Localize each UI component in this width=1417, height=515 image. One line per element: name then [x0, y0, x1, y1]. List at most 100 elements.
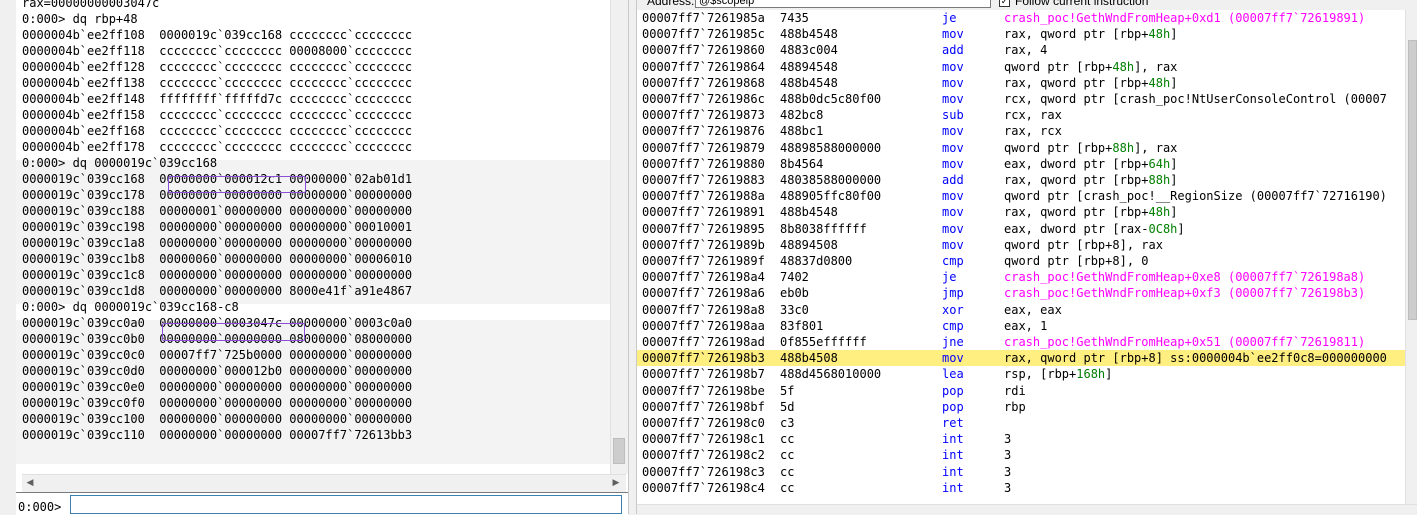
instruction-row[interactable]: 00007ff7`72619879 48898588000000 mov qword … [637, 140, 1405, 156]
instruction-row[interactable]: 00007ff7`7261985c 488b4548 mov rax, qword p… [637, 26, 1405, 42]
instruction-row[interactable]: 00007ff7`72619868 488b4548 mov rax, qword p… [637, 75, 1405, 91]
instruction-row[interactable]: 00007ff7`72619860 4883c004 add rax, 4 [637, 42, 1405, 58]
instruction-row[interactable]: 00007ff7`7261988a 488905ffc80f00 mov qword … [637, 188, 1405, 204]
instruction-bytes: 8b8038ffffff [780, 221, 867, 236]
output-line: 0000019c`039cc198 00000000`00000000 0000… [22, 220, 413, 234]
output-line: 0000019c`039cc110 00000000`00000000 0000… [22, 428, 413, 442]
instruction-address: 00007ff7`72619883 [642, 173, 765, 187]
prompt-label: 0:000> [18, 500, 62, 514]
instruction-operands: rax, qword ptr [rbp+48h] [1004, 204, 1177, 220]
instruction-row[interactable]: 00007ff7`7261985a 7435 je crash_poc!GethWnd… [637, 10, 1405, 26]
instruction-address: 00007ff7`7261989b [642, 237, 765, 252]
output-line: 0000019c`039cc1d8 00000000`00000000 8000… [22, 284, 413, 298]
scrollbar-thumb[interactable] [613, 438, 625, 464]
instruction-row[interactable]: 00007ff7`726198c3 cc int 3 [637, 464, 1405, 480]
instruction-operands: crash_poc!GethWndFromHeap+0x51 (00007ff7… [1004, 334, 1365, 350]
scrollbar-thumb[interactable] [1408, 40, 1417, 320]
instruction-address: 00007ff7`726198c4 [642, 480, 765, 495]
instruction-address: 00007ff7`72619876 [642, 124, 765, 139]
operand-token: eax, dword ptr [rax- [1004, 221, 1149, 236]
instruction-operands: qword ptr [rbp+88h], rax [1004, 140, 1177, 156]
instruction-address: 00007ff7`7261989f [642, 254, 765, 268]
output-vertical-scrollbar[interactable] [610, 0, 628, 474]
instruction-bytes: 488d4568010000 [780, 367, 882, 382]
instruction-row[interactable]: 00007ff7`7261986c 488b0dc5c80f00 mov rcx, q… [637, 91, 1405, 107]
instruction-address: 00007ff7`72619860 [642, 43, 765, 58]
instruction-row[interactable]: 00007ff7`726198aa 83f801 cmp eax, 1 [637, 318, 1405, 334]
operand-token: ] [1105, 367, 1113, 382]
instruction-bytes: 8b4564 [780, 156, 824, 171]
instruction-mnemonic: cmp [942, 318, 964, 333]
instruction-operands: eax, dword ptr [rbp+64h] [1004, 156, 1177, 172]
output-line: 0000019c`039cc0c0 00007ff7`725b0000 0000… [22, 348, 413, 362]
output-line: 0000019c`039cc188 00000001`00000000 0000… [22, 204, 413, 218]
instruction-operands: crash_poc!GethWndFromHeap+0xe8 (00007ff7… [1004, 269, 1365, 285]
instruction-row[interactable]: 00007ff7`7261989b 48894508 mov qword ptr [r… [637, 237, 1405, 253]
instruction-row[interactable]: 00007ff7`726198c2 cc int 3 [637, 447, 1405, 463]
instruction-row[interactable]: 00007ff7`726198c4 cc int 3 [637, 480, 1405, 496]
instruction-row[interactable]: 00007ff7`7261989f 48837d0800 cmp qword ptr … [637, 253, 1405, 269]
instruction-mnemonic: add [942, 43, 964, 58]
hwnd-value-highlight [162, 323, 305, 341]
instruction-row[interactable]: 00007ff7`726198c0 c3 ret [637, 415, 1405, 431]
instruction-operands: 3 [1004, 431, 1011, 447]
triangle-left-icon[interactable]: ◀ [22, 475, 38, 492]
instruction-row[interactable]: 00007ff7`726198c1 cc int 3 [637, 431, 1405, 447]
operand-token: rdi [1004, 383, 1026, 398]
instruction-row[interactable]: 00007ff7`726198ad 0f855effffff jne crash_po… [637, 334, 1405, 350]
follow-instruction-label: Follow current instruction [1015, 0, 1149, 8]
instruction-row[interactable]: 00007ff7`72619891 488b4548 mov rax, qword p… [637, 204, 1405, 220]
instruction-mnemonic: mov [942, 92, 964, 106]
disassembly-horizontal-scrollbar[interactable] [637, 504, 1417, 515]
instruction-mnemonic: mov [942, 156, 964, 171]
instruction-mnemonic: mov [942, 221, 964, 236]
instruction-row[interactable]: 00007ff7`726198be 5f pop rdi [637, 383, 1405, 399]
operand-token: eax, 1 [1004, 318, 1048, 333]
instruction-row[interactable]: 00007ff7`72619864 48894548 mov qword ptr [r… [637, 59, 1405, 75]
instruction-row[interactable]: 00007ff7`72619883 48038588000000 add rax, q… [637, 172, 1405, 188]
check-icon[interactable]: ✓ [999, 0, 1010, 7]
operand-token: rcx, qword ptr [crash_poc!NtUserConsoleC… [1004, 92, 1387, 106]
command-input[interactable] [70, 495, 622, 514]
instruction-bytes: 488bc1 [780, 124, 824, 139]
instruction-address: 00007ff7`7261985c [642, 27, 765, 42]
instruction-mnemonic: add [942, 173, 964, 187]
output-horizontal-scrollbar[interactable]: ◀ ▶ [22, 474, 626, 492]
instruction-bytes: 5f [780, 383, 795, 398]
command-output: rax=00000000003047c 0:000> dq rbp+48 00000… [16, 0, 610, 474]
disassembly-vertical-scrollbar[interactable] [1405, 10, 1417, 504]
instruction-row[interactable]: 00007ff7`726198b7 488d4568010000 lea rsp, [… [637, 366, 1405, 382]
operand-token: rax, 4 [1004, 43, 1048, 58]
instruction-address: 00007ff7`726198a6 [642, 286, 765, 301]
instruction-row[interactable]: 00007ff7`726198a6 eb0b jmp crash_poc!GethWn… [637, 285, 1405, 301]
instruction-mnemonic: mov [942, 140, 964, 155]
output-line: 0000019c`039cc1b8 00000060`00000000 0000… [22, 252, 413, 266]
instruction-row[interactable]: 00007ff7`72619895 8b8038ffffff mov eax, dwo… [637, 221, 1405, 237]
instruction-row[interactable]: 00007ff7`72619876 488bc1 mov rax, rcx [637, 123, 1405, 139]
operand-token: ] [1170, 27, 1178, 42]
instruction-mnemonic: jmp [942, 286, 964, 301]
instruction-row[interactable]: 00007ff7`72619873 482bc8 sub rcx, rax [637, 107, 1405, 123]
instruction-row[interactable]: 00007ff7`726198a8 33c0 xor eax, eax [637, 302, 1405, 318]
instruction-row[interactable]: 00007ff7`726198a4 7402 je crash_poc!GethWnd… [637, 269, 1405, 285]
operand-token: eax, eax [1004, 302, 1062, 317]
instruction-mnemonic: je [942, 270, 957, 285]
operand-token: qword ptr [rbp+ [1004, 140, 1113, 155]
instruction-bytes: 488b4548 [780, 27, 838, 42]
instruction-bytes: cc [780, 432, 795, 447]
command-echo-line: 0:000> dq 0000019c`039cc168-c8 [22, 300, 239, 314]
instruction-bytes: 488b0dc5c80f00 [780, 92, 882, 106]
command-prompt-bar: 0:000> [16, 492, 628, 515]
operand-token: 0C8h [1148, 221, 1178, 236]
instruction-operands: qword ptr [rbp+8], 0 [1004, 253, 1149, 269]
triangle-right-icon[interactable]: ▶ [608, 475, 624, 492]
instruction-row[interactable]: 00007ff7`726198bf 5d pop rbp [637, 399, 1405, 415]
instruction-operands: crash_poc!GethWndFromHeap+0xf3 (00007ff7… [1004, 285, 1365, 301]
instruction-row[interactable]: 00007ff7`72619880 8b4564 mov eax, dword ptr… [637, 156, 1405, 172]
operand-token: rsp, [rbp+ [1004, 367, 1077, 382]
address-input[interactable]: @$scopeip [695, 0, 991, 8]
instruction-mnemonic: int [942, 448, 964, 463]
instruction-operands: rdi [1004, 383, 1026, 399]
instruction-address: 00007ff7`726198c0 [642, 416, 765, 430]
current-instruction-row[interactable]: 00007ff7`726198b3 488b4508 mov rax, qword p… [637, 350, 1405, 367]
